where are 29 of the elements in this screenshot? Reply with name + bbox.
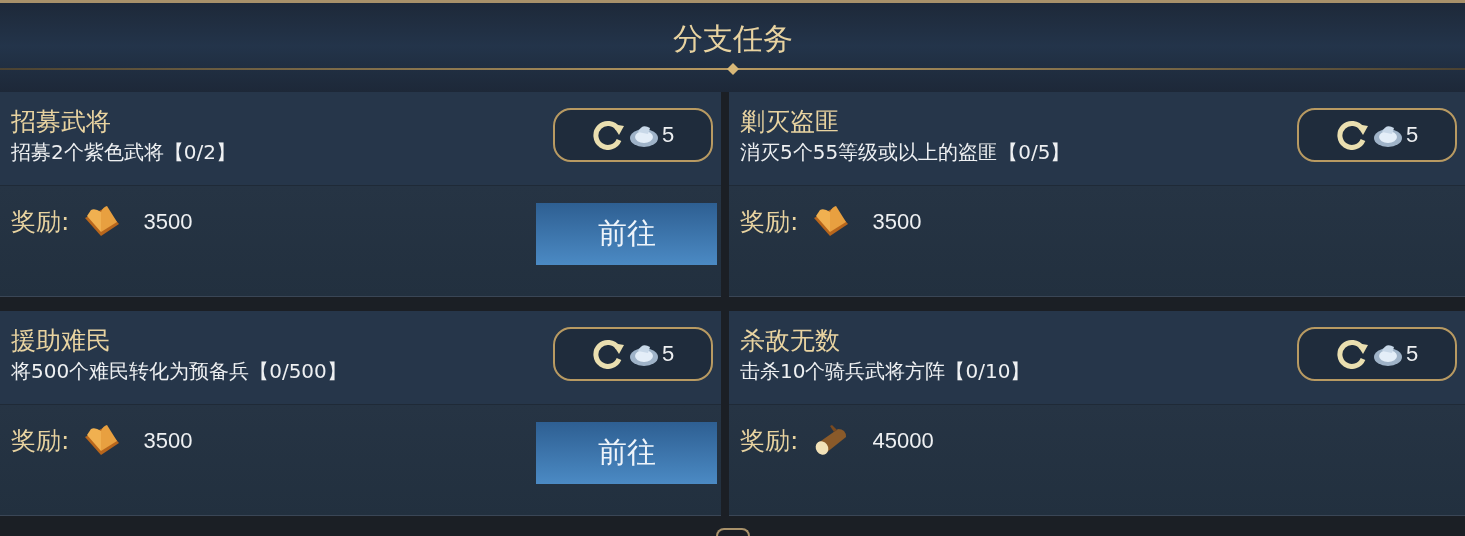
reward-label: 奖励:	[11, 206, 70, 238]
quest-description: 将500个难民转化为预备兵【0/500】	[11, 357, 347, 384]
go-button[interactable]: 前往	[536, 203, 717, 265]
quest-name: 杀敌无数	[740, 325, 841, 356]
refresh-icon	[591, 338, 626, 369]
quest-description: 击杀10个骑兵武将方阵【0/10】	[740, 357, 1031, 384]
reward-amount: 45000	[872, 427, 935, 455]
quest-description: 消灭5个55等级或以上的盗匪【0/5】	[740, 138, 1071, 165]
refresh-button[interactable]: 5	[1297, 107, 1457, 162]
refresh-icon	[591, 119, 626, 150]
quest-name: 剿灭盗匪	[740, 106, 841, 137]
reward-amount: 3500	[872, 208, 923, 236]
go-button[interactable]: 前往	[536, 422, 717, 484]
refresh-button[interactable]: 5	[553, 326, 713, 381]
reward-label: 奖励:	[740, 425, 799, 457]
reward-label: 奖励:	[11, 425, 70, 457]
reward-amount: 3500	[143, 208, 194, 236]
refresh-icon	[1335, 338, 1370, 369]
reward-amount: 3500	[143, 427, 194, 455]
refresh-icon	[1335, 119, 1370, 150]
refresh-button[interactable]: 5	[1297, 326, 1457, 381]
quest-name: 援助难民	[11, 325, 112, 356]
quest-name: 招募武将	[11, 106, 112, 137]
refresh-button[interactable]: 5	[553, 107, 713, 162]
reward-label: 奖励:	[740, 206, 799, 238]
quest-description: 招募2个紫色武将【0/2】	[11, 138, 236, 165]
round-ornament-icon	[715, 528, 750, 536]
panel-title: 分支任务	[672, 20, 793, 58]
diamond-ornament-icon	[726, 63, 739, 75]
